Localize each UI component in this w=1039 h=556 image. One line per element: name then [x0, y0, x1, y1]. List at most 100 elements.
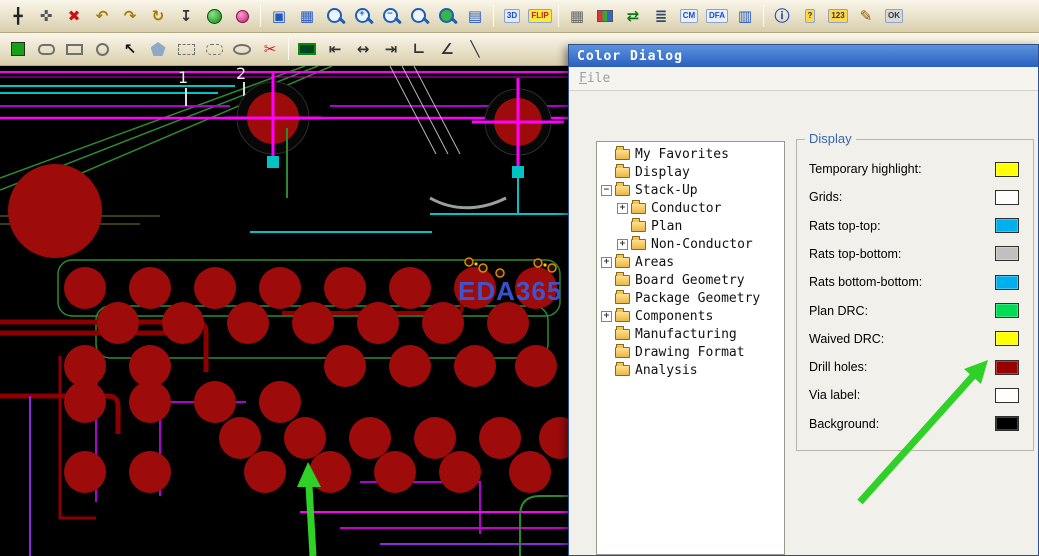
- color-swatch-temporary-highlight[interactable]: [995, 161, 1019, 177]
- tree-item-non-conductor[interactable]: + Non-Conductor: [597, 235, 784, 253]
- rounded-rect-tool-icon[interactable]: [33, 37, 59, 61]
- folder-icon: [631, 217, 646, 232]
- world-view-icon[interactable]: [201, 4, 227, 28]
- collapse-icon[interactable]: −: [601, 184, 612, 196]
- expand-icon[interactable]: +: [617, 238, 628, 250]
- rect-select-tool-icon[interactable]: [173, 37, 199, 61]
- angle-dimension-icon[interactable]: ∠: [434, 37, 460, 61]
- color-swatch-rats-top-bottom[interactable]: [995, 246, 1019, 262]
- view-3d-icon[interactable]: 3D: [499, 4, 525, 28]
- board-outline-icon[interactable]: [294, 37, 320, 61]
- numbers-display-icon[interactable]: 123: [825, 4, 851, 28]
- color-swatch-plan-drc[interactable]: [995, 303, 1019, 318]
- color-swatch-rats-top-top[interactable]: [995, 218, 1019, 234]
- menu-file[interactable]: File: [579, 71, 610, 86]
- dimension-right-icon[interactable]: ⇥: [378, 37, 404, 61]
- folder-icon: [615, 253, 630, 268]
- dimension-left-icon[interactable]: ⇤: [322, 37, 348, 61]
- swap-layers-icon[interactable]: ⇄: [620, 4, 646, 28]
- layer-stack-icon[interactable]: ≣: [648, 4, 674, 28]
- color-setting-row: Temporary highlight:: [809, 160, 1019, 178]
- flip-board-icon[interactable]: FLIP: [527, 4, 553, 28]
- zoom-in-icon-glyph: [354, 7, 373, 26]
- filled-rect-tool-icon[interactable]: [5, 37, 31, 61]
- right-angle-icon[interactable]: ∟: [406, 37, 432, 61]
- rect-tool-icon-glyph: [65, 43, 83, 55]
- expand-icon[interactable]: +: [601, 310, 612, 322]
- ok-gear-icon[interactable]: OK: [881, 4, 907, 28]
- tree-item-label: Board Geometry: [635, 272, 745, 288]
- zoom-world-icon[interactable]: [434, 4, 460, 28]
- info-icon[interactable]: ⓘ: [769, 4, 795, 28]
- folder-icon: [615, 325, 630, 340]
- color-swatch-background[interactable]: [995, 416, 1019, 432]
- tree-item-label: Conductor: [651, 200, 722, 216]
- tree-item-drawing-format[interactable]: Drawing Format: [597, 343, 784, 361]
- toolbar-separator: [288, 38, 289, 60]
- markup-pen-icon[interactable]: ✎: [853, 4, 879, 28]
- undo-icon[interactable]: ↶: [89, 4, 115, 28]
- replay-icon[interactable]: ↻: [145, 4, 171, 28]
- diagonal-line-icon[interactable]: ╲: [462, 37, 488, 61]
- delete-icon[interactable]: ✖: [61, 4, 87, 28]
- dimension-horizontal-icon[interactable]: ↔: [350, 37, 376, 61]
- folder-icon: [615, 361, 630, 376]
- grid-toggle-icon[interactable]: ▦: [564, 4, 590, 28]
- world-view-icon-glyph: [206, 8, 222, 24]
- color-swatch-waived-drc[interactable]: [995, 331, 1019, 347]
- database-check-icon[interactable]: ▥: [732, 4, 758, 28]
- tree-item-stack-up[interactable]: − Stack-Up: [597, 181, 784, 199]
- tree-item-label: My Favorites: [635, 146, 729, 162]
- tree-item-label: Manufacturing: [635, 326, 737, 342]
- color-swatch-grids[interactable]: [995, 189, 1019, 205]
- tree-item-my-favorites[interactable]: My Favorites: [597, 145, 784, 163]
- snapshot-icon[interactable]: ▤: [462, 4, 488, 28]
- folder-icon: [631, 235, 646, 250]
- pcb-editor-window: 1 2 EDA365 ╋ ✜ ✖ ↶ ↷ ↻ ↧ ▣ ▦ ▤ 3D FLIP ▦ ⇄ ≣ CM DFA ▥ ⓘ? 12…: [0, 0, 1039, 556]
- color-swatch-rats-bottom-bottom[interactable]: [995, 274, 1019, 290]
- zoom-area-icon[interactable]: [322, 4, 348, 28]
- circle-tool-icon[interactable]: [89, 37, 115, 61]
- tree-item-components[interactable]: + Components: [597, 307, 784, 325]
- tree-item-analysis[interactable]: Analysis: [597, 361, 784, 379]
- tree-item-board-geometry[interactable]: Board Geometry: [597, 271, 784, 289]
- zoom-fit-icon[interactable]: [406, 4, 432, 28]
- tree-item-label: Components: [635, 308, 714, 324]
- polygon-tool-icon[interactable]: [145, 37, 171, 61]
- select-cursor-icon-glyph: ↖: [123, 39, 137, 58]
- rect-tool-icon[interactable]: [61, 37, 87, 61]
- ruler-label-1: 1: [178, 68, 189, 87]
- help-icon[interactable]: ?: [797, 4, 823, 28]
- tree-item-display[interactable]: Display: [597, 163, 784, 181]
- tree-item-package-geometry[interactable]: Package Geometry: [597, 289, 784, 307]
- color-swatch-drill-holes[interactable]: [995, 359, 1019, 375]
- folder-icon: [615, 145, 630, 160]
- expand-icon[interactable]: +: [601, 256, 612, 268]
- zoom-in-icon[interactable]: [350, 4, 376, 28]
- cut-tool-icon[interactable]: ✂: [257, 37, 283, 61]
- zoom-out-icon[interactable]: [378, 4, 404, 28]
- pan-icon[interactable]: ╋: [5, 4, 31, 28]
- open-window-icon[interactable]: ▣: [266, 4, 292, 28]
- tree-item-areas[interactable]: + Areas: [597, 253, 784, 271]
- select-cursor-icon[interactable]: ↖: [117, 37, 143, 61]
- dfa-check-icon[interactable]: DFA: [704, 4, 730, 28]
- redo-icon[interactable]: ↷: [117, 4, 143, 28]
- rect-select-tool-icon-glyph: [177, 43, 195, 55]
- toolbar-separator: [493, 5, 494, 27]
- import-icon[interactable]: ↧: [173, 4, 199, 28]
- rounded-select-tool-icon[interactable]: [201, 37, 227, 61]
- highlight-pick-icon[interactable]: [229, 4, 255, 28]
- dialog-titlebar[interactable]: Color Dialog: [569, 45, 1038, 67]
- tile-windows-icon-glyph: ▦: [299, 6, 315, 25]
- color-swatch-via-label[interactable]: [995, 387, 1019, 403]
- oval-tool-icon[interactable]: [229, 37, 255, 61]
- expand-icon[interactable]: +: [617, 202, 628, 214]
- tile-windows-icon[interactable]: ▦: [294, 4, 320, 28]
- color-palette-icon[interactable]: [592, 4, 618, 28]
- constraint-manager-icon[interactable]: CM: [676, 4, 702, 28]
- tree-item-conductor[interactable]: + Conductor: [597, 199, 784, 217]
- move-element-icon[interactable]: ✜: [33, 4, 59, 28]
- tree-item-plan[interactable]: Plan: [597, 217, 784, 235]
- tree-item-manufacturing[interactable]: Manufacturing: [597, 325, 784, 343]
